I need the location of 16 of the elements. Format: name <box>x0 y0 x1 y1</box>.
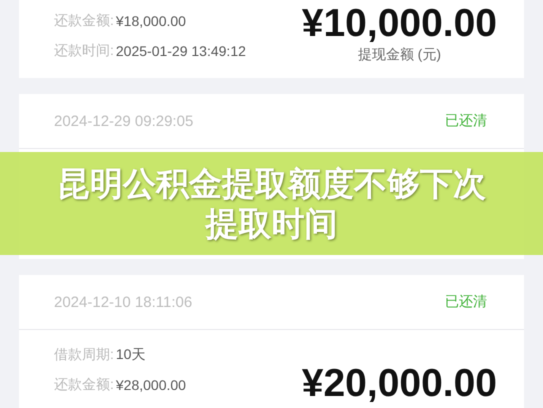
status-text: 已还清 <box>445 293 487 311</box>
field-value: ¥28,000.00 <box>116 377 186 393</box>
amount-text: ¥20,000.00 <box>302 364 497 405</box>
amount-text: ¥10,000.00 <box>302 4 497 44</box>
field-label: 还款时间: <box>54 42 114 60</box>
banner-title: 昆明公积金提取额度不够下次提取时间 <box>56 164 487 244</box>
field-value: 10天 <box>116 346 146 364</box>
amount-label: 提现金额 (元) <box>358 46 441 64</box>
record-date: 2024-12-29 09:29:05 <box>54 112 194 130</box>
field-value: ¥18,000.00 <box>116 13 186 29</box>
record-date: 2024-12-10 18:11:06 <box>54 294 192 310</box>
status-text: 已还清 <box>445 112 487 130</box>
field-value: 2025-01-29 13:49:12 <box>116 43 246 59</box>
field-label: 还款金额: <box>54 12 114 30</box>
field-label: 借款周期: <box>54 346 114 364</box>
field-label: 还款金额: <box>54 376 114 394</box>
